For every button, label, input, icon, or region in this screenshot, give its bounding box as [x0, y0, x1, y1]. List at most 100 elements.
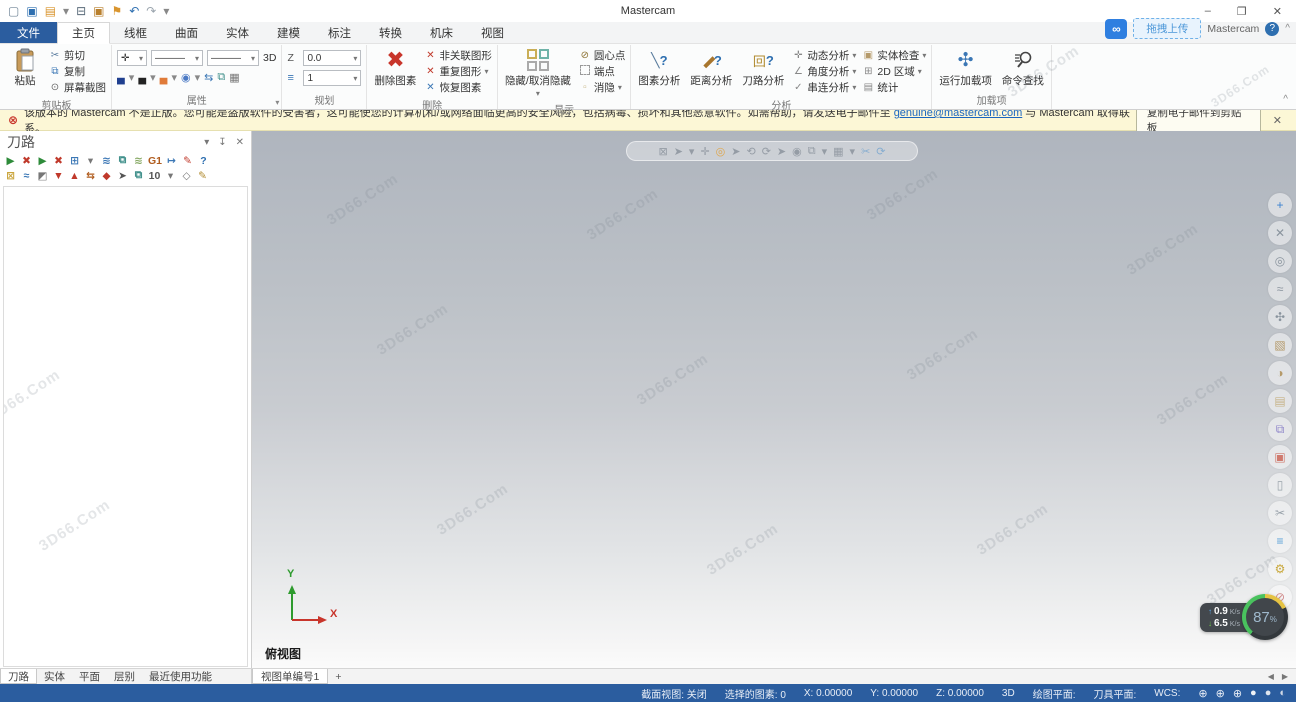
select-entity-icon[interactable]: ➤ [731, 145, 740, 158]
new-operation-icon[interactable]: ⊞ [68, 155, 81, 167]
analyze-entity-button[interactable]: ╲? 图素分析 [636, 47, 682, 89]
panel-tab-planes[interactable]: 平面 [72, 669, 107, 684]
select-cursor-icon[interactable]: ➤ [116, 170, 129, 182]
caret-icon[interactable]: ▾ [84, 155, 97, 167]
tab-drafting[interactable]: 标注 [314, 22, 365, 43]
refresh-icon[interactable]: ⟳ [876, 145, 885, 158]
minimize-button[interactable]: – [1205, 5, 1211, 18]
close-button[interactable]: ✕ [1273, 5, 1282, 18]
spline-tool-icon[interactable]: ≈ [1268, 277, 1292, 301]
rotate-cw-icon[interactable]: ⟳ [762, 145, 771, 158]
caret-icon[interactable]: ▾ [150, 71, 156, 84]
delete-entity-icon[interactable]: ✕ [1268, 221, 1292, 245]
caret-icon[interactable]: ▾ [171, 71, 177, 84]
flower-tool-icon[interactable]: ✣ [1268, 305, 1292, 329]
circle-tool-icon[interactable]: ◎ [1268, 249, 1292, 273]
undelete-button[interactable]: ✕恢复图素 [424, 80, 492, 95]
g1-post-icon[interactable]: G1 [148, 155, 162, 167]
z-depth-combo[interactable]: 0.0▾ [303, 50, 361, 66]
display-options-icon[interactable]: 10 [148, 170, 161, 182]
paste-button[interactable]: 粘贴 [7, 47, 43, 89]
run-addin-button[interactable]: ✣ 运行加载项 [937, 47, 994, 89]
sphere-half-icon[interactable]: ◐ [1279, 687, 1286, 699]
caret-icon[interactable]: ▾ [129, 71, 135, 84]
red-cube-icon[interactable]: ▣ [1268, 445, 1292, 469]
select-window-icon[interactable]: ➤ [777, 145, 786, 158]
trim-icon[interactable]: ✂ [1268, 501, 1292, 525]
sphere-mid-icon[interactable]: ● [1265, 687, 1272, 699]
tab-transform[interactable]: 转换 [365, 22, 416, 43]
ribbon-minimize-icon[interactable]: ^ [1283, 94, 1288, 105]
set-attributes-icon[interactable]: ⇆ [204, 71, 213, 84]
caret-icon[interactable]: ▾ [689, 145, 695, 158]
speed-gauge-widget[interactable]: ↑0.9K/s ↓6.5K/s 87% [1200, 594, 1288, 640]
tab-view[interactable]: 视图 [467, 22, 518, 43]
command-finder-button[interactable]: 命令查找 [1000, 47, 1046, 89]
scroll-left-icon[interactable]: ◀ [1268, 672, 1274, 681]
hatch-icon[interactable]: ▦ [229, 71, 239, 84]
edit-toolpath-icon[interactable]: ✎ [181, 155, 194, 167]
shaded-view-icon[interactable]: ◑ [1268, 361, 1292, 385]
geometry-icon[interactable]: ⧉ [132, 169, 145, 182]
edit-params-icon[interactable]: ✎ [196, 170, 209, 182]
add-viewsheet-button[interactable]: + [328, 669, 348, 684]
endpoints-button[interactable]: 端点 [579, 64, 626, 79]
rotate-ccw-icon[interactable]: ⟲ [746, 145, 755, 158]
pan-move-icon[interactable]: + [1268, 193, 1292, 217]
tab-file[interactable]: 文件 [0, 22, 57, 43]
viewport-canvas[interactable]: ⊠➤▾✛◎➤⟲⟳➤◉⧉▾▦▾✂⟳ 3D66.Com 3D66.Com 3D66.… [252, 131, 1296, 668]
delete-entities-button[interactable]: ✖ 删除图素 [372, 47, 418, 89]
select-solid-icon[interactable]: ◉ [792, 145, 802, 158]
point-color-swatch[interactable]: ▄ [117, 72, 125, 84]
copy-button[interactable]: ⧉复制 [49, 64, 106, 79]
panel-menu-caret-icon[interactable]: ▾ [204, 137, 209, 148]
move-up-icon[interactable]: ▲ [68, 170, 81, 182]
invalidate-selected-icon[interactable]: ✖ [52, 155, 65, 167]
dialog-launcher-icon[interactable]: ▾ [275, 98, 279, 107]
center-points-button[interactable]: ⊘圆心点 [579, 48, 626, 63]
tplane-selector[interactable]: 刀具平面: [1093, 686, 1136, 701]
drag-upload-button[interactable]: 拖拽上传 [1133, 18, 1201, 39]
tab-machine[interactable]: 机床 [416, 22, 467, 43]
panel-tab-toolpaths[interactable]: 刀路 [0, 669, 37, 684]
tab-solids[interactable]: 实体 [212, 22, 263, 43]
match-attributes-icon[interactable]: ⧉ [217, 71, 225, 84]
warning-close-icon[interactable]: ✕ [1267, 114, 1288, 127]
wcs-selector[interactable]: WCS: [1154, 688, 1180, 699]
panel-tab-levels[interactable]: 层别 [107, 669, 142, 684]
toolpath-display-icon[interactable]: ≋ [100, 155, 113, 167]
material-view-icon[interactable]: ▤ [1268, 389, 1292, 413]
area-2d-button[interactable]: ⊞2D 区域▾ [862, 64, 926, 79]
caret-icon[interactable]: ▾ [850, 145, 856, 158]
tab-home[interactable]: 主页 [57, 22, 110, 44]
insert-point-icon[interactable]: ◆ [100, 170, 113, 182]
section-view-status[interactable]: 截面视图: 关闭 [641, 686, 707, 701]
feed-rate-icon[interactable]: ↦ [165, 155, 178, 167]
caret-icon[interactable]: ▾ [822, 145, 828, 158]
cut-button[interactable]: ✂剪切 [49, 48, 106, 63]
restore-button[interactable]: ❐ [1237, 5, 1247, 18]
delete-duplicates-button[interactable]: ✕重复图形▾ [424, 64, 492, 79]
tab-model-prep[interactable]: 建模 [263, 22, 314, 43]
baidu-netdisk-icon[interactable]: ∞ [1105, 19, 1127, 39]
blank-button[interactable]: ▫消隐▾ [579, 80, 626, 95]
mode-3d-toggle[interactable]: 3D [1002, 688, 1015, 699]
scroll-right-icon[interactable]: ▶ [1282, 672, 1288, 681]
grid-icon[interactable]: ▦ [833, 145, 843, 158]
material-sphere-icon[interactable]: ◉ [181, 71, 191, 84]
lock-selection-icon[interactable]: ⊠ [658, 145, 667, 158]
select-none-icon[interactable]: ✖ [20, 155, 33, 167]
copy-solids-icon[interactable]: ⧉ [1268, 417, 1292, 441]
analyze-chain-button[interactable]: ✓串连分析▾ [792, 80, 856, 95]
analyze-toolpath-button[interactable]: 回? 刀路分析 [740, 47, 786, 89]
insert-arrow-icon[interactable]: ⇆ [84, 170, 97, 182]
panel-tab-recent[interactable]: 最近使用功能 [142, 669, 219, 684]
blank-toolpath-icon[interactable]: ≋ [132, 155, 145, 167]
line-style-combo[interactable]: ———▾ [151, 50, 203, 66]
analyze-dynamic-button[interactable]: ✛动态分析▾ [792, 48, 856, 63]
tplane-gnomon-icon[interactable]: ⊕ [1233, 687, 1242, 700]
analyze-angle-button[interactable]: ∠角度分析▾ [792, 64, 856, 79]
delete-non-assoc-button[interactable]: ✕非关联图形 [424, 48, 492, 63]
line-width-combo[interactable]: ———▾ [207, 50, 259, 66]
select-all-operations-icon[interactable]: ▶ [4, 155, 17, 167]
